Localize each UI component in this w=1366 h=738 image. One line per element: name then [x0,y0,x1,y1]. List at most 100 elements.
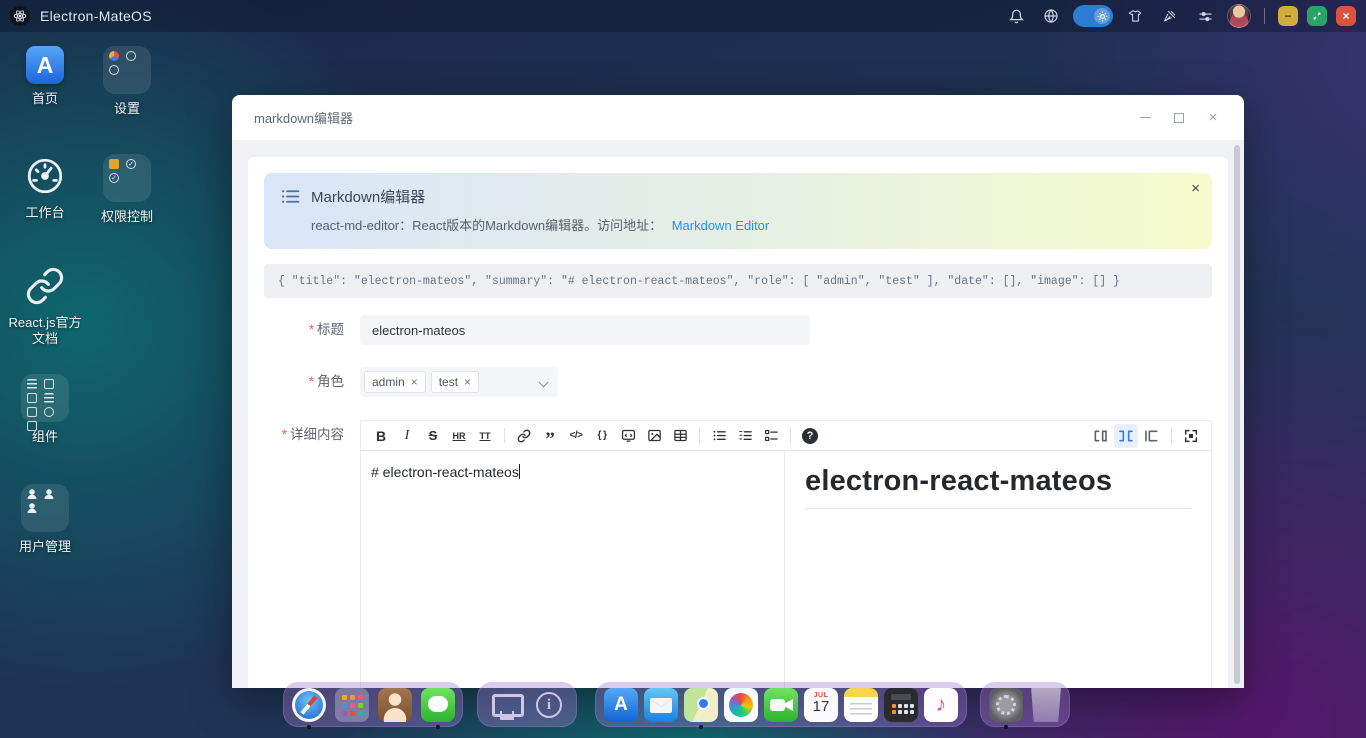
required-asterisk: * [281,427,287,442]
form-row-content: * 详细内容 B I S HR TT ” </> {} ? # electro… [264,420,1212,688]
markdown-source-text: # electron-react-mateos [371,464,519,480]
form-panel: Markdown编辑器 react-md-editor：React版本的Mark… [248,157,1228,688]
code-block-button[interactable]: { } [590,424,614,448]
trash-icon[interactable] [1031,688,1061,722]
mail-icon[interactable] [644,688,678,722]
chevron-down-icon [540,379,548,387]
window-titlebar[interactable]: markdown编辑器 × [232,95,1244,141]
content-field-label: * 详细内容 [264,420,344,688]
desktop-item-label: 组件 [31,429,58,444]
maps-icon[interactable] [684,688,718,729]
pin-icon[interactable] [1157,3,1183,29]
desktop-item-settings[interactable]: 设置 [86,46,168,117]
desktop-item-workbench[interactable]: 工作台 [4,154,86,221]
window-scrollbar[interactable] [1232,141,1242,688]
tuning-sliders-icon[interactable] [1192,3,1218,29]
code-inline-button[interactable]: </> [564,424,588,448]
os-title: Electron-MateOS [40,8,152,24]
scrollbar-thumb[interactable] [1234,145,1240,684]
desktop-item-label: 用户管理 [18,539,71,554]
ordered-list-button[interactable] [733,424,757,448]
quote-button[interactable]: ” [538,424,562,449]
users-group-icon [21,484,69,532]
title-input[interactable] [360,315,810,345]
app-store-icon[interactable]: A [604,688,638,722]
music-icon[interactable]: ♪ [924,688,958,722]
user-icon [27,503,37,513]
title-field-label: * 标题 [264,315,344,345]
live-view-button[interactable] [1114,423,1138,448]
role-tag: admin × [364,371,426,393]
desktop-item-permissions[interactable]: ✓ ✓ 权限控制 [86,154,168,225]
dock-group-apps: A JUL 17 ♪ [595,682,967,729]
table-button[interactable] [668,424,692,448]
form-icon [27,393,37,403]
safari-icon[interactable] [292,688,326,729]
bold-button[interactable]: B [369,424,393,448]
dock-group-system [477,682,577,727]
running-dot [307,725,311,729]
calculator-icon[interactable] [884,688,918,722]
hr-button[interactable]: HR [447,424,471,448]
tag-remove-icon[interactable]: × [464,376,471,388]
form-json-preview: { "title": "electron-mateos", "summary":… [264,264,1212,298]
notes-icon[interactable] [844,688,878,722]
running-dot [1004,725,1008,729]
facetime-icon[interactable] [764,688,798,722]
language-globe-icon[interactable] [1038,3,1064,29]
dock-group-internet [283,682,463,729]
desktop-item-components[interactable]: 组件 [4,374,86,445]
photos-icon[interactable] [724,688,758,722]
calendar-icon[interactable]: JUL 17 [804,688,838,722]
markdown-source-editor[interactable]: # electron-react-mateos [361,451,785,688]
contacts-icon[interactable] [378,688,412,722]
list-icon [44,393,54,403]
calendar-mini-icon [44,379,54,389]
strikethrough-button[interactable]: S [421,424,445,448]
unordered-list-button[interactable] [707,424,731,448]
theme-shirt-icon[interactable] [1122,3,1148,29]
alert-banner: Markdown编辑器 react-md-editor：React版本的Mark… [264,173,1212,249]
avatar-mini-icon [44,407,54,417]
window-maximize-button[interactable] [1307,6,1327,26]
user-icon [44,489,54,499]
desktop-item-react-docs[interactable]: React.js官方文档 [4,264,86,348]
settings-toggle[interactable] [1073,5,1113,27]
required-asterisk: * [308,374,314,389]
help-button[interactable]: ? [798,424,822,448]
tag-remove-icon[interactable]: × [411,376,418,388]
mermaid-button[interactable] [616,424,640,448]
title-button[interactable]: TT [473,424,497,448]
info-icon[interactable] [532,688,566,722]
table-icon [27,379,37,389]
desktop-item-home[interactable]: A 首页 [4,46,86,107]
minimize-icon[interactable] [1136,109,1154,127]
window-close-button[interactable]: × [1336,6,1356,26]
markdown-preview: electron-react-mateos [785,451,1211,688]
display-icon[interactable] [488,688,524,722]
desktop-item-user-management[interactable]: 用户管理 [4,484,86,555]
user-avatar[interactable] [1227,4,1251,28]
markdown-editor-link[interactable]: Markdown Editor [672,218,770,233]
toolbar-separator [699,428,700,443]
image-button[interactable] [642,424,666,448]
fullscreen-button[interactable] [1179,424,1203,448]
maximize-icon[interactable] [1170,109,1188,127]
editor-only-view-button[interactable] [1088,424,1112,448]
close-icon[interactable]: × [1204,109,1222,127]
notification-bell-icon[interactable] [1003,3,1029,29]
clock-icon [126,51,136,61]
tree-icon [27,407,37,417]
preview-only-view-button[interactable] [1140,424,1164,448]
system-settings-icon[interactable] [989,688,1023,729]
dashboard-gauge-icon [23,154,67,198]
italic-button[interactable]: I [395,424,419,448]
link-button[interactable] [512,424,536,448]
task-list-button[interactable] [759,424,783,448]
launchpad-icon[interactable] [335,688,369,722]
alert-description: react-md-editor：React版本的Markdown编辑器。访问地址… [311,215,1172,234]
alert-close-icon[interactable]: × [1191,181,1200,196]
role-multiselect[interactable]: admin × test × [360,367,558,397]
window-minimize-button[interactable]: − [1278,6,1298,26]
messages-icon[interactable] [421,688,455,729]
